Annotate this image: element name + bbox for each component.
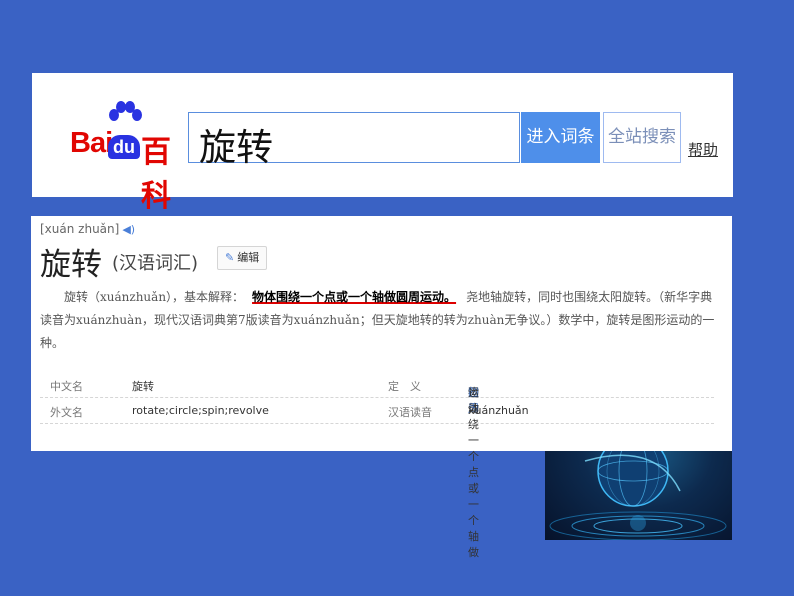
- pencil-icon: ✎: [225, 251, 235, 264]
- search-query-text: 旋转: [199, 126, 273, 169]
- sound-icon[interactable]: ◀): [122, 223, 135, 236]
- baidu-baike-logo[interactable]: Bai du 百科: [70, 101, 180, 214]
- logo-du-text: du: [108, 135, 140, 159]
- info-key: 外文名: [50, 406, 83, 419]
- edit-button-label: 编辑: [237, 251, 260, 264]
- pinyin-text: [xuán zhuǎn]: [40, 222, 120, 236]
- info-value: xuánzhuǎn: [468, 404, 529, 417]
- help-link[interactable]: 帮助: [688, 139, 718, 160]
- edit-button[interactable]: ✎ 编辑: [217, 246, 267, 270]
- highlighted-definition: 物体围绕一个点或一个轴做圆周运动。: [252, 290, 457, 304]
- search-input[interactable]: 旋转: [188, 112, 520, 169]
- info-table: 中文名 旋转 定 义 物体绕一个点或一个轴做 圆周 运动 外文名 rotate;ci…: [40, 372, 714, 559]
- entry-subtitle: (汉语词汇): [112, 253, 199, 274]
- info-value: 旋转: [132, 380, 154, 393]
- paragraph-part1: 旋转（xuánzhuǎn），基本解释：: [64, 290, 245, 304]
- table-row: 中文名 旋转 定 义 物体绕一个点或一个轴做 圆周 运动: [40, 372, 714, 559]
- info-key: 中文名: [50, 380, 83, 393]
- info-key: 定 义: [388, 380, 421, 393]
- entry-title: 旋转: [40, 247, 102, 283]
- logo-baike-text: 百科: [141, 135, 171, 214]
- baidu-paw-icon: [109, 101, 142, 121]
- enter-entry-button[interactable]: 进入词条: [521, 112, 600, 163]
- pinyin-line: [xuán zhuǎn] ◀): [40, 222, 135, 236]
- table-row: 外文名 rotate;circle;spin;revolve 汉语读音 xuán…: [40, 398, 714, 424]
- search-header-panel: Bai du 百科 旋转 进入词条 全站搜索 帮助: [32, 73, 733, 214]
- globe-graphic: [549, 451, 727, 540]
- info-value: rotate;circle;spin;revolve: [132, 404, 269, 417]
- globe-image: [545, 451, 732, 540]
- site-search-button[interactable]: 全站搜索: [603, 112, 681, 163]
- entry-panel: [xuán zhuǎn] ◀) 旋转 (汉语词汇) ✎ 编辑 旋转（xuánzhuǎ…: [31, 216, 732, 559]
- info-key: 汉语读音: [388, 406, 432, 419]
- logo-bai-text: Bai: [70, 127, 113, 159]
- definition-paragraph: 旋转（xuánzhuǎn），基本解释： 物体围绕一个点或一个轴做圆周运动。 尧地轴旋…: [40, 286, 720, 355]
